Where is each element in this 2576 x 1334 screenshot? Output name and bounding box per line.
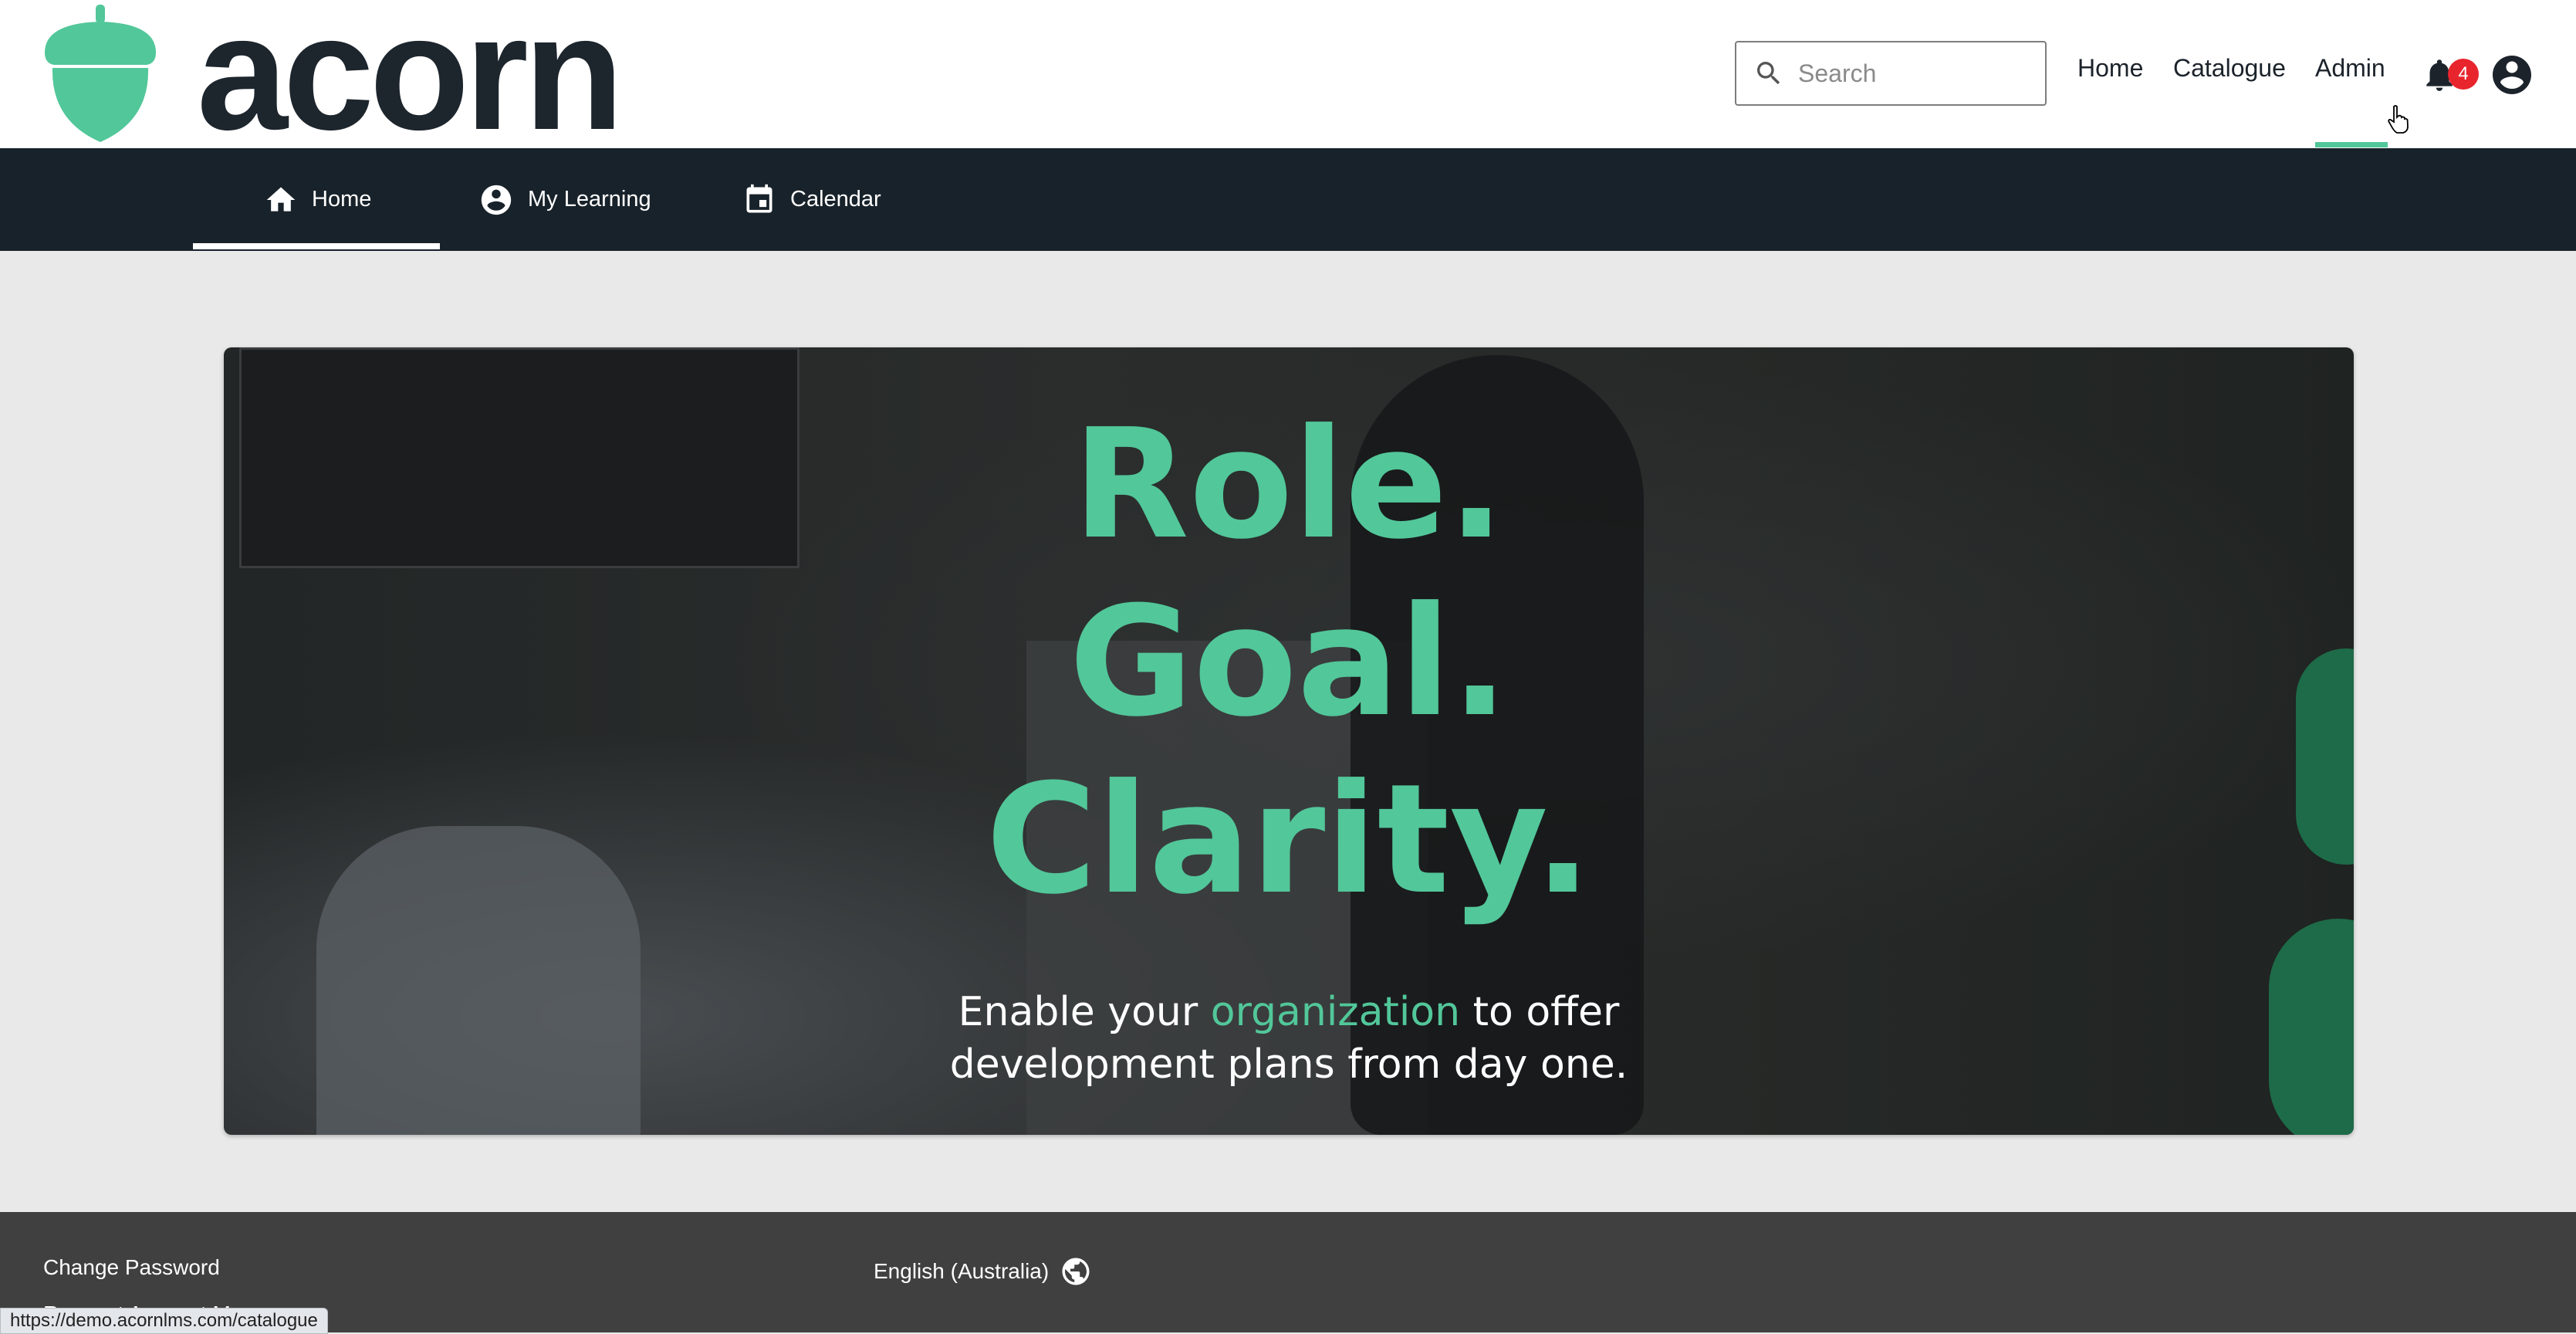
hero-subtitle-accent: organization [1210, 989, 1461, 1035]
hero-banner[interactable]: Role. Goal. Clarity. Enable your organiz… [224, 347, 2354, 1135]
notification-count-badge: 4 [2448, 59, 2479, 90]
acorn-icon [45, 5, 156, 142]
nav-home-link[interactable]: Home [2077, 54, 2143, 83]
tab-home[interactable]: Home [264, 148, 371, 251]
hero-subtitle-line: Enable your organization to offer [224, 992, 2354, 1032]
search-input[interactable] [1797, 58, 2031, 89]
browser-status-url: https://demo.acornlms.com/catalogue [0, 1308, 328, 1334]
globe-icon [1062, 1258, 1090, 1285]
account-circle-icon [481, 185, 512, 215]
home-icon [266, 187, 296, 212]
tab-calendar[interactable]: Calendar [742, 148, 881, 251]
search-icon [1757, 62, 1780, 85]
hand-cursor-icon [2388, 105, 2409, 134]
hero-headline-line: Goal. [1069, 574, 1509, 750]
tab-calendar-label: Calendar [790, 187, 881, 212]
language-label: English (Australia) [874, 1259, 1050, 1283]
tab-my-learning[interactable]: My Learning [478, 148, 651, 251]
hero-subtitle-prefix: Enable your [958, 989, 1211, 1035]
search-box[interactable] [1735, 41, 2047, 106]
section-tabs-bar: Home My Learning Calendar [0, 148, 2576, 251]
brand-logo[interactable]: acorn [39, 0, 624, 154]
language-selector[interactable]: English (Australia) [874, 1255, 1092, 1288]
tab-my-learning-label: My Learning [528, 187, 651, 212]
brand-wordmark: acorn [197, 0, 624, 164]
account-circle-icon[interactable] [2489, 52, 2535, 98]
nav-admin-link[interactable]: Admin [2315, 54, 2385, 83]
active-nav-indicator [2315, 142, 2388, 147]
calendar-icon [746, 184, 772, 212]
page-footer: Change Password Request Account Merge En… [0, 1212, 2576, 1332]
hero-headline-line: Role. [1072, 397, 1506, 573]
hero-headline-line: Clarity. [985, 752, 1592, 928]
change-password-link[interactable]: Change Password [43, 1255, 220, 1280]
active-tab-indicator [193, 243, 440, 249]
tab-home-label: Home [312, 187, 372, 212]
hero-subtitle-suffix: to offer [1460, 989, 1620, 1035]
nav-catalogue-link[interactable]: Catalogue [2173, 54, 2286, 83]
hero-subtitle-line: development plans from day one. [949, 1041, 1628, 1088]
top-header: acorn Home Catalogue Admin 4 [0, 0, 2576, 154]
